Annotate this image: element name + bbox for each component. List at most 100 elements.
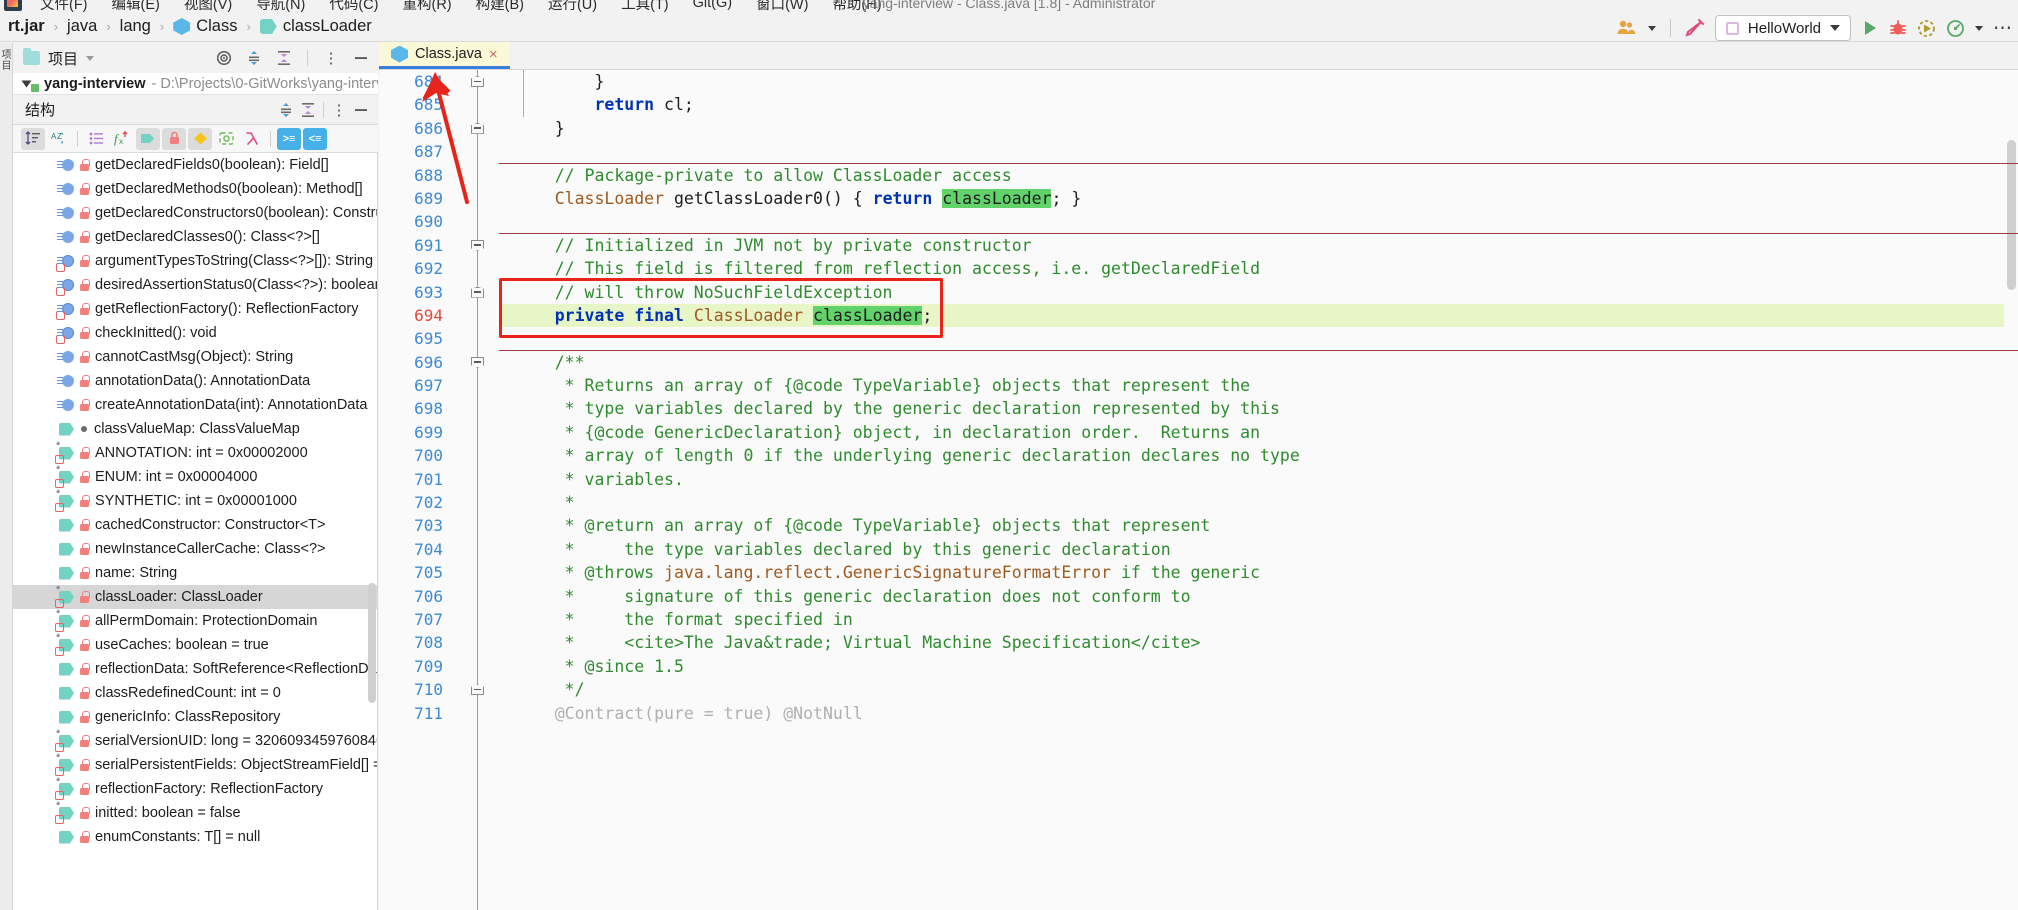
code-line[interactable]: return cl; [499, 93, 2018, 116]
run-icon[interactable] [1861, 19, 1879, 37]
collapse-all-icon[interactable] [273, 47, 295, 69]
breadcrumb-item-java[interactable]: java [65, 17, 99, 36]
structure-item[interactable]: classValueMap: ClassValueMap [13, 417, 377, 441]
structure-tree[interactable]: getDeclaredFields0(boolean): Field[] getD… [13, 153, 378, 910]
show-non-public-icon[interactable]: fx [110, 128, 134, 150]
options-icon[interactable]: ⋮ [328, 99, 350, 121]
code-line[interactable]: * type variables declared by the generic… [499, 397, 2018, 420]
structure-item[interactable]: argumentTypesToString(Class<?>[]): Strin… [13, 249, 377, 273]
run-with-coverage-icon[interactable] [1917, 19, 1936, 38]
structure-item[interactable]: getDeclaredConstructors0(boolean): Const… [13, 201, 377, 225]
fold-marker-icon[interactable] [470, 682, 485, 697]
chevron-down-icon[interactable] [86, 55, 95, 61]
code-line[interactable]: * {@code GenericDeclaration} object, in … [499, 421, 2018, 444]
menu-item-git[interactable]: Git(G) [681, 0, 744, 11]
code-line[interactable]: * variables. [499, 468, 2018, 491]
show-inherited-icon[interactable] [162, 127, 186, 150]
code-line[interactable]: * signature of this generic declaration … [499, 585, 2018, 608]
hide-icon[interactable] [350, 99, 372, 121]
code-line[interactable]: * @return an array of {@code TypeVariabl… [499, 514, 2018, 537]
code-line[interactable]: * @since 1.5 [499, 655, 2018, 678]
code-line[interactable]: // will throw NoSuchFieldException [499, 281, 2018, 304]
structure-item[interactable]: * useCaches: boolean = true [13, 632, 377, 657]
share-icon[interactable] [1616, 19, 1638, 37]
structure-item[interactable]: checkInitted(): void [13, 321, 377, 345]
expand-all-icon[interactable] [243, 47, 265, 69]
fold-marker-icon[interactable] [470, 285, 485, 300]
close-icon[interactable]: × [489, 47, 498, 62]
structure-item[interactable]: reflectionData: SoftReference<Reflection… [13, 657, 377, 681]
code-line[interactable]: * Returns an array of {@code TypeVariabl… [499, 374, 2018, 397]
profiler-icon[interactable] [1946, 19, 1965, 38]
breadcrumb-item-lang[interactable]: lang [118, 17, 153, 36]
show-lambdas-icon[interactable] [214, 128, 238, 150]
structure-item[interactable]: getDeclaredFields0(boolean): Field[] [13, 153, 377, 177]
structure-item[interactable]: classRedefinedCount: int = 0 [13, 681, 377, 705]
structure-item[interactable]: cachedConstructor: Constructor<T> [13, 513, 377, 537]
structure-scrollbar-thumb[interactable] [368, 583, 376, 703]
collapse-all-icon[interactable]: <≡ [303, 127, 327, 150]
structure-item[interactable]: createAnnotationData(int): AnnotationDat… [13, 393, 377, 417]
structure-item[interactable]: getDeclaredMethods0(boolean): Method[] [13, 177, 377, 201]
structure-item[interactable]: * serialVersionUID: long = 32060934597608… [13, 728, 377, 753]
share-dropdown-caret[interactable] [1647, 25, 1656, 31]
code-line[interactable] [499, 140, 2018, 163]
show-anonymous-icon[interactable] [188, 127, 212, 150]
code-line[interactable]: * @throws java.lang.reflect.GenericSigna… [499, 561, 2018, 584]
structure-item[interactable]: * serialPersistentFields: ObjectStreamFie… [13, 752, 377, 777]
fold-marker-icon[interactable] [470, 74, 485, 89]
structure-item[interactable]: * reflectionFactory: ReflectionFactory [13, 776, 377, 801]
tab-class-java[interactable]: Class.java × [379, 42, 510, 69]
breadcrumb-item-jar[interactable]: rt.jar [6, 17, 47, 36]
code-line[interactable] [499, 327, 2018, 350]
code-line[interactable]: * array of length 0 if the underlying ge… [499, 444, 2018, 467]
code-line[interactable] [499, 210, 2018, 233]
code-content[interactable]: } return cl; } // Package-private to all… [499, 70, 2018, 910]
code-line[interactable]: * [499, 491, 2018, 514]
expand-all-icon[interactable]: >≡ [277, 127, 301, 150]
fold-column[interactable] [467, 70, 489, 910]
options-icon[interactable]: ⋮ [320, 47, 342, 69]
run-configuration-selector[interactable]: HelloWorld [1714, 15, 1851, 41]
code-line[interactable]: @Contract(pure = true) @NotNull [499, 702, 2018, 725]
structure-item[interactable]: cannotCastMsg(Object): String [13, 345, 377, 369]
more-icon[interactable]: ⋯ [1993, 19, 2012, 38]
fold-marker-icon[interactable] [470, 355, 485, 370]
structure-item[interactable]: desiredAssertionStatus0(Class<?>): boole… [13, 273, 377, 297]
build-hammer-icon[interactable] [1685, 18, 1705, 38]
structure-item[interactable]: genericInfo: ClassRepository [13, 705, 377, 729]
lambda-icon[interactable] [240, 128, 264, 150]
structure-item[interactable]: getDeclaredClasses0(): Class<?>[] [13, 225, 377, 249]
editor-gutter[interactable]: 684 685 686 687 688 689 690 691 692 693 694 695 696 6… [379, 70, 499, 910]
structure-item[interactable]: * ANNOTATION: int = 0x00002000 [13, 440, 377, 465]
code-line[interactable]: private final ClassLoader classLoader; [499, 303, 2018, 328]
debug-icon[interactable] [1889, 19, 1907, 37]
structure-item-selected[interactable]: * classLoader: ClassLoader [13, 584, 377, 609]
structure-item[interactable]: name: String [13, 561, 377, 585]
breadcrumb-item-field[interactable]: classLoader [258, 17, 374, 36]
structure-item[interactable]: getReflectionFactory(): ReflectionFactor… [13, 297, 377, 321]
hide-icon[interactable] [350, 47, 372, 69]
code-line[interactable]: * the format specified in [499, 608, 2018, 631]
project-root-row[interactable]: yang-interview - D:\Projects\0-GitWorks\… [13, 73, 378, 95]
fold-marker-icon[interactable] [470, 238, 485, 253]
code-line[interactable]: // Initialized in JVM not by private con… [499, 234, 2018, 257]
left-strip-project-label[interactable]: 项目 [0, 49, 10, 71]
structure-item[interactable]: * ENUM: int = 0x00004000 [13, 464, 377, 489]
code-line[interactable]: */ [499, 678, 2018, 701]
structure-item[interactable]: * initted: boolean = false [13, 800, 377, 825]
structure-item[interactable]: annotationData(): AnnotationData [13, 369, 377, 393]
code-line[interactable]: ClassLoader getClassLoader0() { return c… [499, 187, 2018, 210]
sort-alphabetically-icon[interactable]: AZ [47, 128, 71, 150]
code-line[interactable]: /** [499, 351, 2018, 374]
show-properties-icon[interactable] [136, 127, 160, 150]
sort-by-visibility-icon[interactable] [21, 127, 45, 150]
locate-icon[interactable] [213, 47, 235, 69]
show-fields-icon[interactable] [84, 128, 108, 150]
code-line[interactable]: // Package-private to allow ClassLoader … [499, 164, 2018, 187]
code-line[interactable]: * <cite>The Java&trade; Virtual Machine … [499, 631, 2018, 654]
collapse-all-icon[interactable] [297, 99, 319, 121]
breadcrumb-item-class[interactable]: Class [171, 17, 239, 36]
code-line[interactable]: } [499, 117, 2018, 140]
fold-marker-icon[interactable] [470, 121, 485, 136]
